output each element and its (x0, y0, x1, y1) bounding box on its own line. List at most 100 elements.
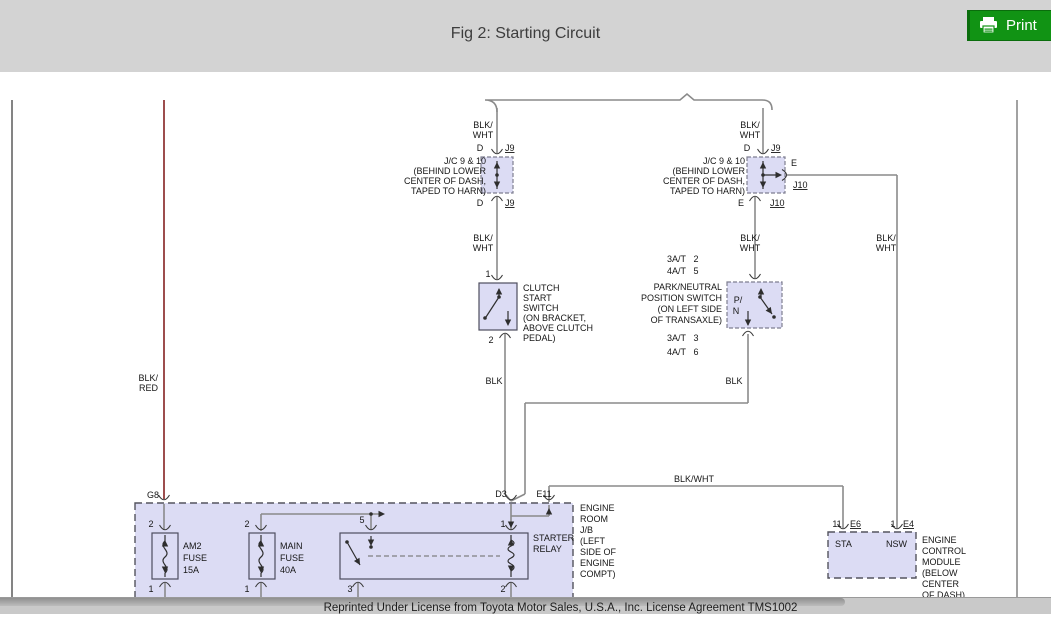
diagram-label: E6 (850, 519, 861, 529)
diagram-label: STARTER (533, 533, 575, 543)
diagram-label: 1 (500, 519, 505, 529)
diagram-label: J9 (771, 143, 781, 153)
diagram-label: (ON BRACKET, (523, 313, 586, 323)
print-button-label: Print (1006, 17, 1037, 34)
diagram-label: BLK/ (138, 373, 158, 383)
diagram-label: WHT (740, 243, 761, 253)
junction-dot (483, 316, 487, 320)
diagram-label: SIDE OF (580, 547, 617, 557)
diagram-label: 3 (693, 333, 698, 343)
diagram-label: CLUTCH (523, 283, 560, 293)
top-bracket (484, 92, 773, 113)
diagram-label: E11 (536, 489, 551, 499)
diagram-label: BLK/ (876, 233, 896, 243)
page-title: Fig 2: Starting Circuit (450, 25, 601, 42)
diagram-label: CENTER OF DASH, (404, 176, 486, 186)
diagram-label: D (477, 143, 484, 153)
diagram-label: TAPED TO HARN) (411, 186, 486, 196)
junction-dot (369, 512, 373, 516)
diagram-label: E4 (903, 519, 914, 529)
diagram-label: WHT (740, 130, 761, 140)
diagram-label: D (477, 198, 484, 208)
footer-bar: Reprinted Under License from Toyota Moto… (0, 597, 1051, 614)
header: Fig 2: Starting Circuit Print (0, 0, 1051, 72)
diagram-label: G8 (147, 490, 159, 500)
diagram-label: J10 (793, 180, 808, 190)
diagram-label: ABOVE CLUTCH (523, 323, 593, 333)
diagram-label: E (738, 198, 744, 208)
diagram-label: (BEHIND LOWER (413, 166, 486, 176)
diagram-label: RELAY (533, 544, 562, 554)
diagram-label: J/B (580, 525, 593, 535)
junction-dot (345, 540, 349, 544)
diagram-label: WHT (473, 130, 494, 140)
diagram-label: 6 (693, 347, 698, 357)
diagram-label: BLK (485, 376, 502, 386)
diagram-label: COMPT) (580, 569, 616, 579)
diagram-label: 1 (485, 269, 490, 279)
diagram-label: 4A/T (667, 266, 687, 276)
diagram-canvas: BLK/WHT BLK/WHT D J9 J/C 9 & 10 (BEHIND LOWER… (0, 0, 1051, 618)
diagram-label: BLK/ (740, 120, 760, 130)
diagram-wire (510, 493, 526, 502)
diagram-label: 2 (693, 254, 698, 264)
diagram-label: BLK/WHT (674, 474, 715, 484)
diagram-label: 1 (244, 584, 249, 594)
diagram-label: P/ (734, 295, 743, 305)
diagram-label: J10 (770, 198, 785, 208)
diagram-label: J9 (505, 198, 515, 208)
diagram-label: ENGINE (580, 558, 615, 568)
diagram-label: 40A (280, 565, 296, 575)
diagram-label: BLK/ (740, 233, 760, 243)
diagram-label: 4A/T (667, 347, 687, 357)
diagram-label: AM2 (183, 541, 202, 551)
wiring-diagram: BLK/WHTBLK/WHTD J9J/C 9 & 10(BEHIND LOWER… (11, 92, 1018, 614)
diagram-label: D3 (495, 489, 507, 499)
diagram-label: 2 (500, 584, 505, 594)
diagram-label: WHT (876, 243, 897, 253)
diagram-label: 15A (183, 565, 199, 575)
diagram-label: TAPED TO HARN) (670, 186, 745, 196)
diagram-label: E (791, 158, 797, 168)
diagram-label: RED (139, 383, 159, 393)
diagram-label: POSITION SWITCH (641, 293, 722, 303)
license-text: Reprinted Under License from Toyota Moto… (323, 602, 798, 614)
diagram-label: 2 (148, 519, 153, 529)
diagram-label: START (523, 293, 552, 303)
diagram-label: ENGINE (922, 535, 957, 545)
diagram-label: ENGINE (580, 503, 615, 513)
diagram-label: (ON LEFT SIDE (658, 304, 722, 314)
junction-dot (772, 315, 776, 319)
diagram-label: 3A/T (667, 254, 687, 264)
diagram-label: OF TRANSAXLE) (651, 315, 722, 325)
diagram-label: (LEFT (580, 536, 606, 546)
diagram-label: STA (835, 539, 852, 549)
diagram-label: 2 (244, 519, 249, 529)
diagram-label: 1 (148, 584, 153, 594)
diagram-label: MODULE (922, 557, 961, 567)
diagram-label: FUSE (280, 553, 304, 563)
junction-dot (761, 173, 765, 177)
printer-icon (979, 17, 998, 34)
diagram-label: BLK/ (473, 233, 493, 243)
diagram-label: ROOM (580, 514, 608, 524)
junction-dot (495, 173, 499, 177)
diagram-label: WHT (473, 243, 494, 253)
print-button[interactable]: Print (967, 10, 1051, 41)
diagram-label: 3 (347, 584, 352, 594)
diagram-label: 1 (890, 519, 895, 529)
diagram-label: CENTER OF DASH, (663, 176, 745, 186)
diagram-label: (BEHIND LOWER (672, 166, 745, 176)
diagram-label: MAIN (280, 541, 303, 551)
junction-dot (758, 295, 762, 299)
diagram-label: D (744, 143, 751, 153)
diagram-label: PARK/NEUTRAL (654, 282, 722, 292)
park-neutral-switch-box (726, 281, 783, 329)
diagram-label: NSW (886, 539, 908, 549)
junction-dot (369, 545, 373, 549)
diagram-label: BLK/ (473, 120, 493, 130)
diagram-label: FUSE (183, 553, 207, 563)
diagram-label: J9 (505, 143, 515, 153)
diagram-label: SWITCH (523, 303, 559, 313)
diagram-label: 11 (832, 519, 841, 529)
